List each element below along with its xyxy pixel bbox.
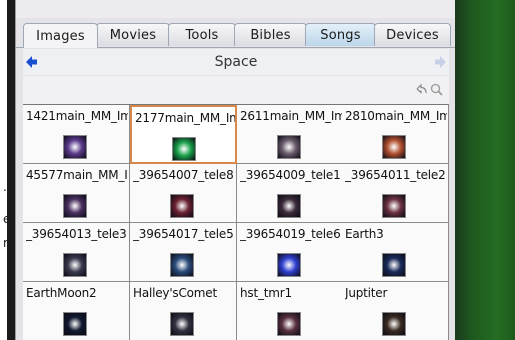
- grid-item[interactable]: Earth3: [342, 223, 449, 282]
- image-thumbnail: [63, 135, 87, 159]
- tool-row: [23, 76, 449, 104]
- page-title: Space: [214, 54, 258, 70]
- image-thumbnail: [277, 194, 301, 218]
- grid-item[interactable]: EarthMoon2: [23, 282, 130, 340]
- zoom-icon[interactable]: [430, 83, 443, 96]
- media-browser-window: Images Movies Tools Bibles Songs Devices…: [15, 0, 455, 340]
- grid-item-label: 2177main_MM_Ima: [135, 111, 237, 125]
- grid-item[interactable]: Juptiter: [342, 282, 449, 340]
- image-thumbnail: [277, 312, 301, 336]
- image-thumbnail: [63, 312, 87, 336]
- tab-movies[interactable]: Movies: [96, 23, 170, 46]
- grid-item[interactable]: hst_tmr1: [237, 282, 344, 340]
- image-thumbnail: [63, 253, 87, 277]
- grid-item-label: EarthMoon2: [26, 286, 97, 300]
- desktop-background: [455, 0, 515, 340]
- grid-item-label: _39654017_tele5: [133, 227, 234, 241]
- grid-item[interactable]: _39654007_tele8: [130, 164, 237, 223]
- grid-item[interactable]: _39654019_tele6: [237, 223, 344, 282]
- tab-images[interactable]: Images: [23, 23, 98, 48]
- grid-item[interactable]: Halley'sComet: [130, 282, 237, 340]
- image-thumbnail: [63, 194, 87, 218]
- grid-item[interactable]: 45577main_MM_In: [23, 164, 130, 223]
- grid-item-label: 2611main_MM_Ima: [240, 109, 342, 123]
- image-thumbnail: [382, 135, 406, 159]
- grid-item-label: _39654019_tele6: [240, 227, 341, 241]
- grid-item[interactable]: _39654013_tele3: [23, 223, 130, 282]
- image-grid: 1421main_MM_Ima 2177main_MM_Ima 2611main_M…: [23, 104, 449, 340]
- image-thumbnail: [170, 253, 194, 277]
- grid-item-label: 45577main_MM_In: [26, 168, 128, 182]
- tab-label: Images: [36, 28, 85, 44]
- image-thumbnail: [382, 194, 406, 218]
- grid-item[interactable]: 2611main_MM_Ima: [237, 105, 344, 164]
- image-thumbnail: [382, 253, 406, 277]
- grid-item-label: Halley'sComet: [133, 286, 217, 300]
- image-thumbnail: [382, 312, 406, 336]
- tab-tools[interactable]: Tools: [168, 23, 236, 46]
- tab-label: Bibles: [250, 27, 291, 43]
- grid-item[interactable]: _39654009_tele1: [237, 164, 344, 223]
- image-thumbnail: [170, 194, 194, 218]
- tab-label: Tools: [185, 27, 219, 43]
- image-thumbnail: [172, 137, 196, 161]
- grid-item-label: _39654009_tele1: [240, 168, 341, 182]
- grid-item-label: Earth3: [345, 227, 384, 241]
- forward-arrow-icon: [435, 56, 446, 68]
- image-thumbnail: [277, 135, 301, 159]
- grid-item-label: _39654007_tele8: [133, 168, 234, 182]
- tab-songs[interactable]: Songs: [305, 23, 376, 46]
- tab-label: Songs: [320, 27, 361, 43]
- grid-item[interactable]: 2810main_MM_Ima: [342, 105, 449, 164]
- image-thumbnail: [170, 312, 194, 336]
- grid-item-label: hst_tmr1: [240, 286, 292, 300]
- grid-item[interactable]: 2177main_MM_Ima: [130, 105, 237, 164]
- window-top-strip: [16, 0, 455, 18]
- grid-item[interactable]: _39654011_tele2: [342, 164, 449, 223]
- grid-item-label: _39654011_tele2: [345, 168, 446, 182]
- tab-label: Devices: [386, 27, 439, 43]
- grid-item-label: 1421main_MM_Ima: [26, 109, 128, 123]
- grid-item[interactable]: 1421main_MM_Ima: [23, 105, 130, 164]
- grid-item-label: Juptiter: [345, 286, 388, 300]
- grid-item[interactable]: _39654017_tele5: [130, 223, 237, 282]
- tab-bibles[interactable]: Bibles: [234, 23, 307, 46]
- tab-devices[interactable]: Devices: [374, 23, 451, 46]
- undo-icon[interactable]: [414, 83, 427, 96]
- tab-bar: Images Movies Tools Bibles Songs Devices: [23, 23, 451, 48]
- tab-label: Movies: [109, 27, 157, 43]
- header-bar: Space: [23, 49, 449, 75]
- window-shadow: [7, 0, 15, 340]
- image-thumbnail: [277, 253, 301, 277]
- grid-item-label: _39654013_tele3: [26, 227, 127, 241]
- grid-item-label: 2810main_MM_Ima: [345, 109, 447, 123]
